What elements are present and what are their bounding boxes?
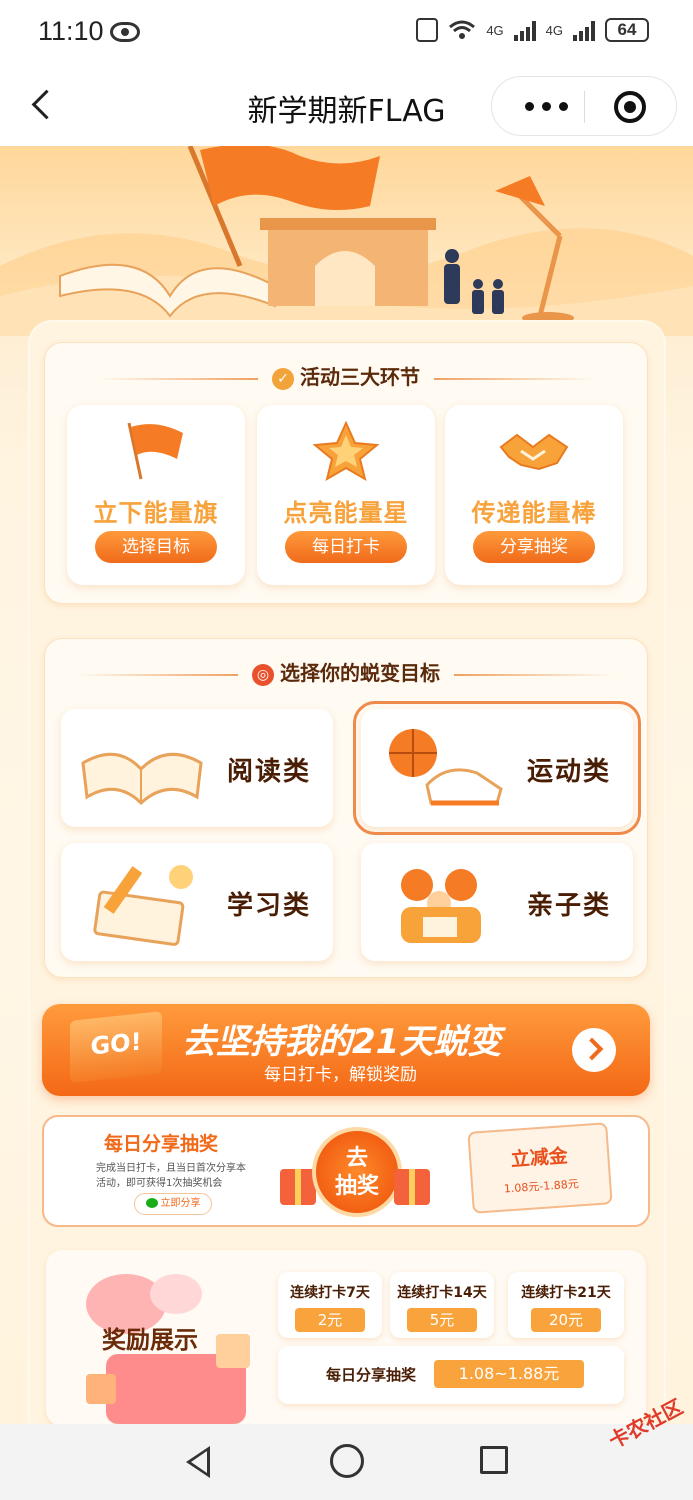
- go-banner-subtitle: 每日打卡，解锁奖励: [264, 1065, 417, 1085]
- basketball-sneaker-icon: [389, 729, 503, 806]
- title-divider-right: [454, 673, 614, 676]
- reward-daily-share: 每日分享抽奖 1.08~1.88元: [278, 1346, 624, 1404]
- activity-steps-card: ✓ 活动三大环节 立下能量旗 选择目标 点亮能量星 每日打卡 传递能量棒 分享抽…: [44, 342, 648, 604]
- chevron-right-icon[interactable]: [572, 1028, 616, 1072]
- hero-illustration: [0, 146, 693, 336]
- step-card-star[interactable]: 点亮能量星 每日打卡: [257, 405, 435, 585]
- network-label-2: 4G: [545, 22, 563, 38]
- rewards-card: 奖励展示 连续打卡7天 2元 连续打卡14天 5元 连续打卡21天 20元 每日…: [46, 1250, 646, 1424]
- gift-box-icon: [280, 1169, 316, 1205]
- goal-sports[interactable]: 运动类: [353, 701, 641, 835]
- handshake-icon: [499, 433, 569, 471]
- network-label-1: 4G: [486, 22, 504, 38]
- family-reading-icon: [401, 869, 481, 943]
- pencil-notebook-icon: [93, 865, 193, 946]
- wechat-icon: [145, 1198, 158, 1208]
- check-badge-icon: ✓: [272, 367, 294, 390]
- go-flag-icon: GO!: [70, 1011, 162, 1083]
- lottery-line-2: 抽奖: [334, 1174, 379, 1199]
- daily-checkin-button[interactable]: 每日打卡: [285, 531, 407, 563]
- battery-icon: 64: [605, 18, 649, 42]
- gift-box-icon: [394, 1169, 430, 1205]
- share-description: 完成当日打卡，且当日首次分享本活动，即可获得1次抽奖机会: [96, 1163, 246, 1189]
- goal-label: 亲子类: [526, 891, 611, 921]
- tier-name: 连续打卡14天: [397, 1285, 487, 1301]
- rewards-title: 奖励展示: [102, 1326, 198, 1354]
- step-card-flag[interactable]: 立下能量旗 选择目标: [67, 405, 245, 585]
- open-book-icon: [81, 752, 203, 806]
- wifi-icon: [449, 20, 476, 39]
- tier-prize: 5元: [407, 1308, 477, 1332]
- share-title: 每日分享抽奖: [104, 1133, 219, 1155]
- go-lottery-button[interactable]: 去 抽奖: [312, 1127, 402, 1217]
- star-icon: [312, 421, 380, 481]
- select-goal-button[interactable]: 选择目标: [95, 531, 217, 563]
- signal-icon: [573, 19, 595, 41]
- goal-label: 运动类: [526, 757, 611, 787]
- nav-recents-icon[interactable]: [480, 1446, 508, 1474]
- more-icon[interactable]: [518, 95, 574, 117]
- goal-reading[interactable]: 阅读类: [61, 709, 333, 827]
- vibrate-icon: [416, 18, 439, 42]
- goals-title-text: 选择你的蜕变目标: [280, 661, 440, 685]
- start-21-day-banner[interactable]: GO! 去坚持我的21天蜕变 每日打卡，解锁奖励: [42, 1004, 650, 1096]
- tier-name: 连续打卡7天: [290, 1285, 370, 1301]
- daily-share-name: 每日分享抽奖: [326, 1366, 417, 1384]
- tier-prize: 2元: [295, 1308, 365, 1332]
- status-bar: 11:10 4G 4G 64: [0, 0, 693, 66]
- reward-tier-14: 连续打卡14天 5元: [390, 1272, 494, 1338]
- tier-prize: 20元: [531, 1308, 601, 1332]
- go-banner-title: 去坚持我的21天蜕变: [182, 1022, 502, 1062]
- goal-study[interactable]: 学习类: [61, 843, 333, 961]
- discount-coupon: 立减金 1.08元-1.88元: [467, 1122, 613, 1214]
- share-now-label: 立即分享: [160, 1198, 201, 1209]
- step-name: 点亮能量星: [283, 499, 409, 527]
- reward-tier-21: 连续打卡21天 20元: [508, 1272, 624, 1338]
- mini-program-capsule: [491, 76, 677, 136]
- title-divider-left: [98, 377, 258, 380]
- eye-icon: [110, 22, 140, 42]
- coupon-value: 1.08元-1.88元: [503, 1177, 580, 1196]
- goal-label: 阅读类: [226, 757, 311, 787]
- step-card-handshake[interactable]: 传递能量棒 分享抽奖: [445, 405, 623, 585]
- hero-banner: [0, 146, 693, 336]
- goals-card: ◎ 选择你的蜕变目标 阅读类 运动类 学习类 亲子类: [44, 638, 648, 978]
- activity-title-text: 活动三大环节: [300, 365, 420, 389]
- share-lottery-button[interactable]: 分享抽奖: [473, 531, 595, 563]
- daily-share-lottery-card: 每日分享抽奖 完成当日打卡，且当日首次分享本活动，即可获得1次抽奖机会 立即分享…: [42, 1115, 650, 1227]
- title-divider-right: [434, 377, 594, 380]
- share-now-button[interactable]: 立即分享: [134, 1193, 212, 1215]
- system-nav-bar: [0, 1424, 693, 1500]
- step-name: 立下能量旗: [93, 499, 219, 527]
- status-time: 11:10: [38, 16, 104, 46]
- title-divider-left: [78, 673, 238, 676]
- tier-name: 连续打卡21天: [521, 1285, 611, 1301]
- goals-section-title: ◎ 选择你的蜕变目标: [45, 657, 647, 686]
- goal-parent-child[interactable]: 亲子类: [361, 843, 633, 961]
- daily-share-prize: 1.08~1.88元: [434, 1360, 584, 1388]
- capsule-divider: [584, 91, 585, 123]
- nav-home-icon[interactable]: [330, 1444, 364, 1478]
- signal-icon: [513, 19, 536, 41]
- main-content: ✓ 活动三大环节 立下能量旗 选择目标 点亮能量星 每日打卡 传递能量棒 分享抽…: [0, 146, 693, 1424]
- activity-section-title: ✓ 活动三大环节: [45, 361, 647, 390]
- target-icon: ◎: [252, 663, 274, 686]
- close-target-icon[interactable]: [614, 91, 646, 123]
- flag-icon: [127, 422, 183, 480]
- nav-back-icon[interactable]: [186, 1446, 210, 1478]
- system-icons: 4G 4G 64: [416, 18, 649, 42]
- title-bar: 新学期新FLAG: [0, 66, 693, 146]
- goal-label: 学习类: [226, 891, 311, 921]
- coupon-title: 立减金: [510, 1145, 569, 1171]
- reward-tier-7: 连续打卡7天 2元: [278, 1272, 382, 1338]
- lottery-line-1: 去: [345, 1146, 368, 1171]
- step-name: 传递能量棒: [471, 499, 597, 527]
